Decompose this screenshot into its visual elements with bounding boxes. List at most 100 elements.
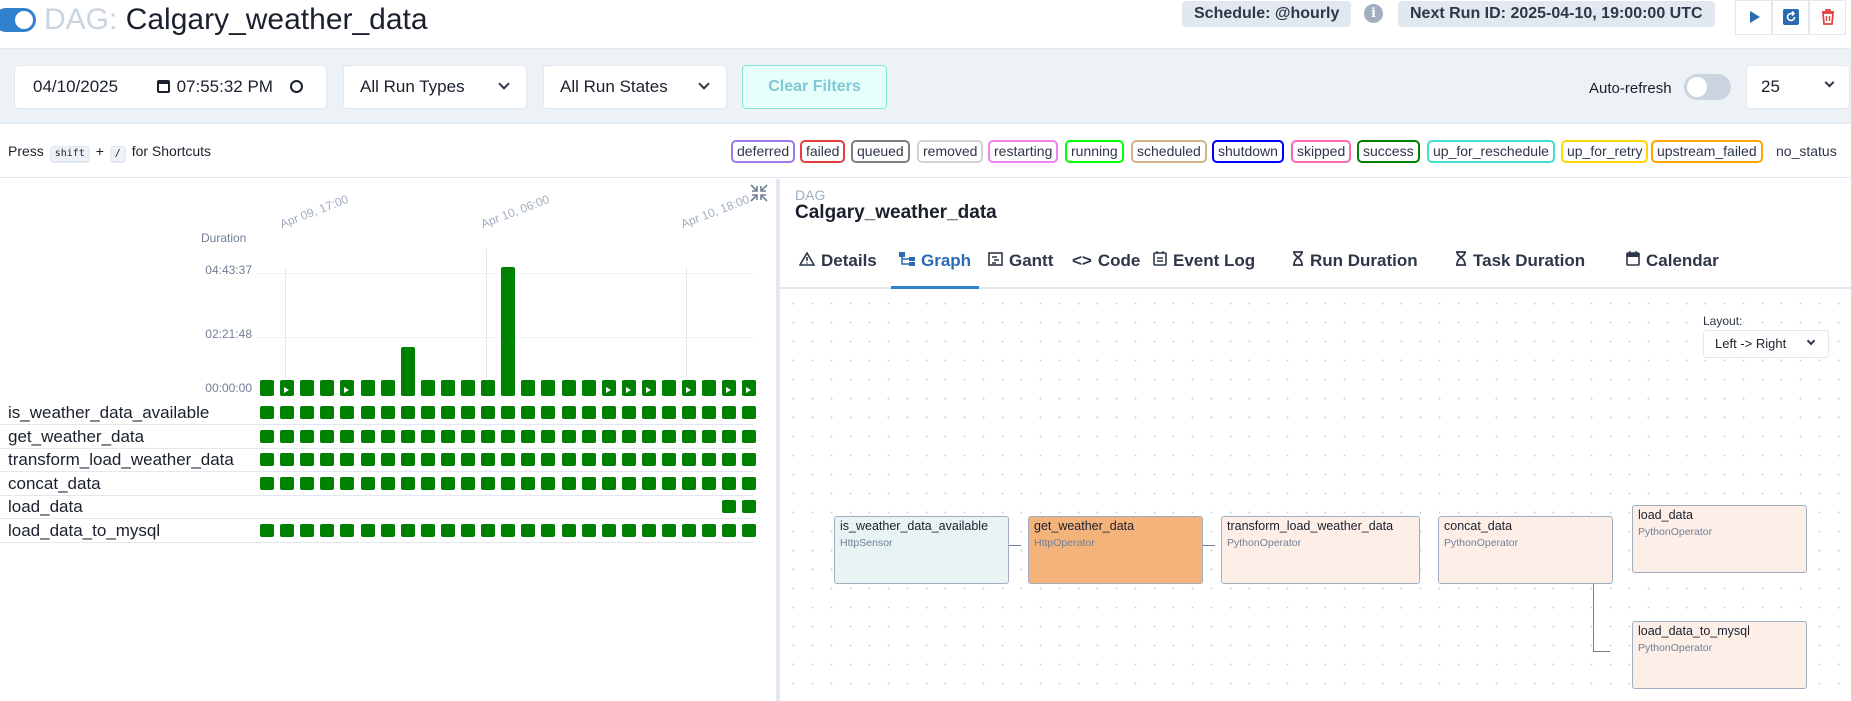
run-type-select[interactable]: All Run Types: [343, 65, 527, 109]
task-instance-cell[interactable]: [340, 453, 354, 466]
dag-run-bar[interactable]: [702, 380, 716, 396]
task-instance-cell[interactable]: [481, 453, 495, 466]
tab-task-duration[interactable]: Task Duration: [1447, 239, 1593, 289]
task-instance-cell[interactable]: [582, 430, 596, 443]
task-instance-cell[interactable]: [562, 524, 576, 537]
task-node[interactable]: transform_load_weather_data PythonOperat…: [1221, 516, 1420, 584]
task-instance-cell[interactable]: [562, 477, 576, 490]
task-instance-cell[interactable]: [742, 430, 756, 443]
task-instance-cell[interactable]: [622, 430, 636, 443]
task-instance-cell[interactable]: [421, 406, 435, 419]
task-instance-cell[interactable]: [541, 477, 555, 490]
task-instance-cell[interactable]: [381, 524, 395, 537]
dag-run-bar[interactable]: [742, 380, 756, 396]
dag-run-bar[interactable]: [340, 380, 354, 396]
legend-tag-restarting[interactable]: restarting: [988, 140, 1059, 163]
legend-tag-upstream-failed[interactable]: upstream_failed: [1651, 140, 1763, 163]
dag-run-bar[interactable]: [562, 380, 576, 396]
legend-tag-deferred[interactable]: deferred: [731, 140, 796, 163]
task-row[interactable]: transform_load_weather_data: [0, 448, 756, 472]
tab-run-duration[interactable]: Run Duration: [1284, 239, 1426, 289]
task-instance-cell[interactable]: [441, 453, 455, 466]
task-instance-cell[interactable]: [742, 524, 756, 537]
task-instance-cell[interactable]: [361, 430, 375, 443]
task-instance-cell[interactable]: [682, 453, 696, 466]
dag-run-bar[interactable]: [421, 380, 435, 396]
task-instance-cell[interactable]: [481, 406, 495, 419]
task-instance-cell[interactable]: [722, 453, 736, 466]
task-instance-cell[interactable]: [340, 524, 354, 537]
task-instance-cell[interactable]: [501, 477, 515, 490]
task-instance-cell[interactable]: [722, 477, 736, 490]
task-instance-cell[interactable]: [582, 453, 596, 466]
task-instance-cell[interactable]: [401, 524, 415, 537]
layout-select[interactable]: Left -> Right: [1703, 330, 1829, 358]
task-instance-cell[interactable]: [481, 430, 495, 443]
dag-run-bar[interactable]: [461, 380, 475, 396]
task-instance-cell[interactable]: [501, 430, 515, 443]
task-instance-cell[interactable]: [521, 477, 535, 490]
task-instance-cell[interactable]: [722, 524, 736, 537]
clear-filters-button[interactable]: Clear Filters: [742, 65, 887, 109]
graph-canvas[interactable]: Layout: Left -> Right is_weather_data_av…: [780, 290, 1851, 701]
task-instance-cell[interactable]: [441, 524, 455, 537]
dag-run-bar[interactable]: [602, 380, 616, 396]
task-instance-cell[interactable]: [441, 430, 455, 443]
run-state-select[interactable]: All Run States: [543, 65, 727, 109]
legend-tag-up-for-retry[interactable]: up_for_retry: [1561, 140, 1649, 163]
tab-gantt[interactable]: Gantt: [980, 239, 1061, 289]
task-instance-cell[interactable]: [541, 430, 555, 443]
task-instance-cell[interactable]: [280, 430, 294, 443]
task-instance-cell[interactable]: [361, 524, 375, 537]
task-instance-cell[interactable]: [461, 453, 475, 466]
task-instance-cell[interactable]: [381, 453, 395, 466]
task-instance-cell[interactable]: [662, 524, 676, 537]
task-instance-cell[interactable]: [381, 477, 395, 490]
task-name[interactable]: transform_load_weather_data: [8, 450, 234, 470]
task-instance-cell[interactable]: [642, 524, 656, 537]
task-instance-cell[interactable]: [642, 477, 656, 490]
task-instance-cell[interactable]: [381, 430, 395, 443]
task-name[interactable]: get_weather_data: [8, 427, 144, 447]
task-instance-cell[interactable]: [521, 453, 535, 466]
task-instance-cell[interactable]: [602, 453, 616, 466]
task-instance-cell[interactable]: [562, 453, 576, 466]
task-instance-cell[interactable]: [401, 406, 415, 419]
task-instance-cell[interactable]: [300, 524, 314, 537]
task-instance-cell[interactable]: [441, 406, 455, 419]
task-instance-cell[interactable]: [662, 477, 676, 490]
task-instance-cell[interactable]: [361, 453, 375, 466]
task-instance-cell[interactable]: [401, 477, 415, 490]
trigger-dag-button[interactable]: [1735, 0, 1772, 35]
tab-code[interactable]: <> Code: [1064, 239, 1148, 289]
collapse-icon[interactable]: [750, 184, 768, 202]
task-instance-cell[interactable]: [562, 406, 576, 419]
task-instance-cell[interactable]: [582, 477, 596, 490]
task-instance-cell[interactable]: [501, 406, 515, 419]
task-instance-cell[interactable]: [582, 406, 596, 419]
task-instance-cell[interactable]: [662, 430, 676, 443]
legend-tag-success[interactable]: success: [1357, 140, 1420, 163]
task-instance-cell[interactable]: [582, 524, 596, 537]
legend-tag-up-for-reschedule[interactable]: up_for_reschedule: [1427, 140, 1555, 163]
task-instance-cell[interactable]: [722, 430, 736, 443]
legend-tag-running[interactable]: running: [1065, 140, 1124, 163]
task-instance-cell[interactable]: [361, 477, 375, 490]
tab-calendar[interactable]: Calendar: [1618, 239, 1727, 289]
dag-run-bar[interactable]: [300, 380, 314, 396]
info-icon[interactable]: i: [1364, 4, 1383, 23]
task-instance-cell[interactable]: [622, 477, 636, 490]
legend-tag-removed[interactable]: removed: [917, 140, 984, 163]
task-instance-cell[interactable]: [642, 453, 656, 466]
task-instance-cell[interactable]: [662, 406, 676, 419]
task-instance-cell[interactable]: [340, 430, 354, 443]
task-instance-cell[interactable]: [541, 406, 555, 419]
tab-graph[interactable]: Graph: [891, 239, 980, 289]
task-instance-cell[interactable]: [401, 453, 415, 466]
dag-run-bar[interactable]: [682, 380, 696, 396]
task-instance-cell[interactable]: [481, 524, 495, 537]
dag-run-bar[interactable]: [441, 380, 455, 396]
task-instance-cell[interactable]: [280, 453, 294, 466]
task-instance-cell[interactable]: [682, 477, 696, 490]
task-instance-cell[interactable]: [320, 524, 334, 537]
